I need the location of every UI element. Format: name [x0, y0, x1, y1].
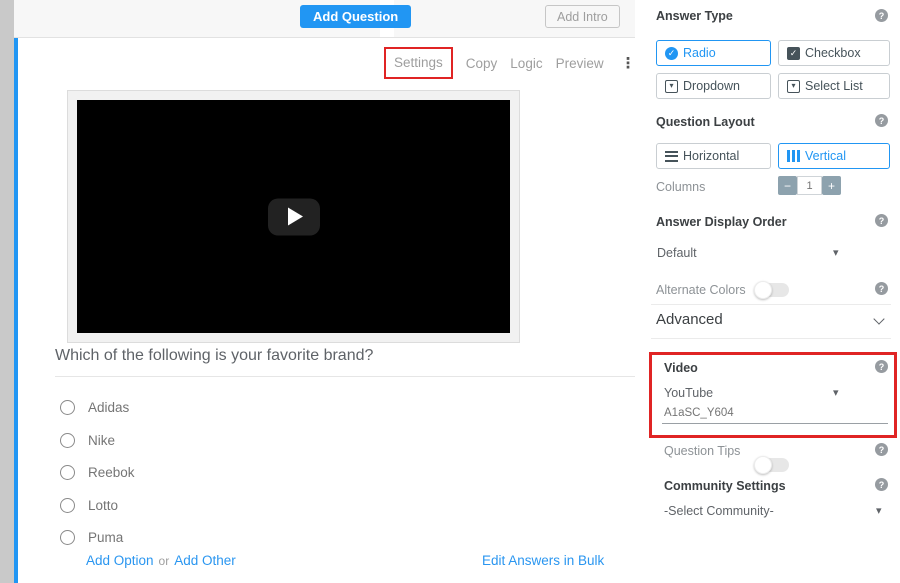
option-label[interactable]: Nike: [88, 433, 115, 448]
video-provider-select[interactable]: YouTube: [664, 386, 713, 400]
answer-type-select-list-button[interactable]: ▾ Select List: [778, 73, 890, 99]
add-other-link[interactable]: Add Other: [174, 553, 236, 568]
tab-settings[interactable]: Settings: [394, 55, 443, 70]
editor-toolbar: Add Question Add Intro: [14, 0, 635, 38]
answer-type-checkbox-label: Checkbox: [805, 46, 861, 60]
question-tips-help-icon[interactable]: ?: [875, 443, 888, 456]
question-tab-bar: Settings Copy Logic Preview ⋮: [384, 47, 640, 79]
answer-option-row: Lotto: [60, 498, 118, 513]
vertical-bars-icon: [787, 150, 800, 162]
option-actions: Add Option or Add Other: [86, 553, 236, 568]
video-provider-caret-icon[interactable]: ▾: [833, 386, 839, 399]
add-intro-button[interactable]: Add Intro: [545, 5, 620, 28]
tab-copy[interactable]: Copy: [466, 56, 498, 71]
answer-option-row: Nike: [60, 433, 115, 448]
answer-display-order-label: Answer Display Order: [656, 215, 787, 229]
horizontal-lines-icon: [665, 151, 678, 162]
answer-type-help-icon[interactable]: ?: [875, 9, 888, 22]
play-icon: [288, 208, 303, 226]
option-label[interactable]: Adidas: [88, 400, 129, 415]
columns-value[interactable]: 1: [797, 176, 822, 195]
video-help-icon[interactable]: ?: [875, 360, 888, 373]
option-label[interactable]: Puma: [88, 530, 123, 545]
layout-horizontal-button[interactable]: Horizontal: [656, 143, 771, 169]
community-select[interactable]: -Select Community-: [664, 504, 774, 518]
divider: [651, 338, 891, 339]
answer-type-label: Answer Type: [656, 9, 733, 23]
answer-display-order-help-icon[interactable]: ?: [875, 214, 888, 227]
columns-increment-button[interactable]: +: [822, 176, 841, 195]
video-id-input[interactable]: A1aSC_Y604: [664, 407, 734, 419]
option-radio[interactable]: [60, 400, 75, 415]
or-text: or: [159, 554, 170, 568]
toggle-knob: [754, 456, 772, 474]
columns-decrement-button[interactable]: −: [778, 176, 797, 195]
answer-option-row: Adidas: [60, 400, 129, 415]
settings-panel: Answer Type ? ✓ Radio ✓ Checkbox ▾ Dropd…: [635, 0, 900, 583]
video-label: Video: [664, 361, 698, 375]
answer-type-select-list-label: Select List: [805, 79, 863, 93]
selected-question-indicator: [14, 38, 18, 583]
video-id-underline: [662, 423, 888, 424]
question-editor-area: Add Question Add Intro Settings Copy Log…: [14, 0, 635, 583]
select-list-caret-icon: ▾: [787, 80, 800, 93]
question-layout-label: Question Layout: [656, 115, 755, 129]
tab-logic[interactable]: Logic: [510, 56, 542, 71]
question-text[interactable]: Which of the following is your favorite …: [55, 347, 615, 365]
settings-highlight-box: Settings: [384, 47, 453, 79]
radio-check-icon: ✓: [665, 47, 678, 60]
alternate-colors-toggle[interactable]: [755, 283, 789, 297]
add-option-link[interactable]: Add Option: [86, 553, 154, 568]
layout-vertical-label: Vertical: [805, 149, 846, 163]
left-edge-strip: [0, 0, 14, 583]
question-layout-help-icon[interactable]: ?: [875, 114, 888, 127]
tab-preview[interactable]: Preview: [556, 56, 604, 71]
answer-type-radio-button[interactable]: ✓ Radio: [656, 40, 771, 66]
video-screen: [77, 100, 510, 333]
option-label[interactable]: Lotto: [88, 498, 118, 513]
add-question-button[interactable]: Add Question: [300, 5, 411, 28]
columns-label: Columns: [656, 180, 705, 194]
toggle-knob: [754, 281, 772, 299]
answer-type-dropdown-button[interactable]: ▾ Dropdown: [656, 73, 771, 99]
video-player-frame: [67, 90, 520, 343]
option-radio[interactable]: [60, 465, 75, 480]
answer-type-checkbox-button[interactable]: ✓ Checkbox: [778, 40, 890, 66]
advanced-section-toggle[interactable]: Advanced: [656, 311, 723, 328]
alternate-colors-label: Alternate Colors: [656, 283, 746, 297]
answer-type-dropdown-label: Dropdown: [683, 79, 740, 93]
option-radio[interactable]: [60, 433, 75, 448]
question-tips-toggle[interactable]: [755, 458, 789, 472]
answer-option-row: Reebok: [60, 465, 135, 480]
chevron-down-icon[interactable]: [873, 313, 884, 324]
answer-type-radio-label: Radio: [683, 46, 716, 60]
community-select-caret-icon[interactable]: ▾: [876, 504, 882, 517]
question-text-underline: [55, 376, 635, 377]
edit-answers-in-bulk-link[interactable]: Edit Answers in Bulk: [482, 553, 604, 568]
question-tips-label: Question Tips: [664, 444, 740, 458]
community-settings-help-icon[interactable]: ?: [875, 478, 888, 491]
display-order-select[interactable]: Default: [657, 246, 697, 260]
layout-horizontal-label: Horizontal: [683, 149, 739, 163]
video-play-button[interactable]: [268, 198, 320, 235]
option-radio[interactable]: [60, 498, 75, 513]
layout-vertical-button[interactable]: Vertical: [778, 143, 890, 169]
option-radio[interactable]: [60, 530, 75, 545]
display-order-caret-icon[interactable]: ▾: [833, 246, 839, 259]
divider: [651, 304, 891, 305]
alternate-colors-help-icon[interactable]: ?: [875, 282, 888, 295]
checkbox-check-icon: ✓: [787, 47, 800, 60]
columns-stepper: − 1 +: [778, 176, 841, 195]
community-settings-label: Community Settings: [664, 479, 786, 493]
option-label[interactable]: Reebok: [88, 465, 135, 480]
answer-option-row: Puma: [60, 530, 123, 545]
dropdown-caret-icon: ▾: [665, 80, 678, 93]
